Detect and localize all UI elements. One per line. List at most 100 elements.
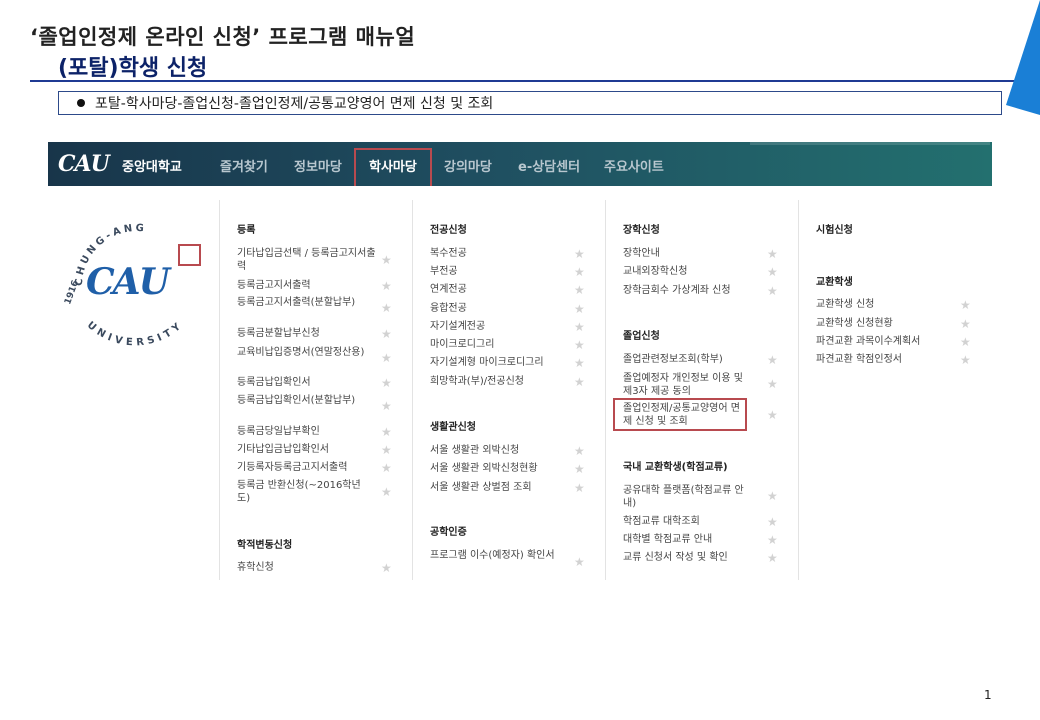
menu-item[interactable]: 교환학생 신청현황 bbox=[816, 317, 956, 330]
cau-logo[interactable]: CAU bbox=[58, 151, 110, 177]
menu-item[interactable]: 서울 생활관 외박신청현황 bbox=[430, 462, 570, 475]
menu-item[interactable]: 복수전공 bbox=[430, 247, 570, 260]
favorite-star-icon[interactable]: ★ bbox=[767, 285, 778, 297]
column-divider bbox=[798, 200, 799, 580]
favorite-star-icon[interactable]: ★ bbox=[381, 400, 392, 412]
favorite-star-icon[interactable]: ★ bbox=[574, 445, 585, 457]
favorite-star-icon[interactable]: ★ bbox=[574, 266, 585, 278]
menu-item[interactable]: 장학금회수 가상계좌 신청 bbox=[623, 284, 763, 297]
favorite-star-icon[interactable]: ★ bbox=[574, 463, 585, 475]
menu-item[interactable]: 연계전공 bbox=[430, 283, 570, 296]
menu-item[interactable]: 융합전공 bbox=[430, 302, 570, 315]
bullet-icon bbox=[77, 99, 85, 107]
university-name[interactable]: 중앙대학교 bbox=[122, 156, 182, 175]
menu-item[interactable]: 등록금 반환신청(~2016학년도) bbox=[237, 479, 367, 505]
favorite-star-icon[interactable]: ★ bbox=[574, 357, 585, 369]
menu-item[interactable]: 교환학생 신청 bbox=[816, 298, 956, 311]
page-number: 1 bbox=[984, 688, 992, 702]
slide-title: ‘졸업인정제 온라인 신청’ 프로그램 매뉴얼 bbox=[30, 25, 416, 49]
nav-favorites[interactable]: 즐겨찾기 bbox=[220, 156, 268, 175]
section-title-exam: 시험신청 bbox=[816, 225, 853, 236]
nav-sites[interactable]: 주요사이트 bbox=[604, 156, 664, 175]
favorite-star-icon[interactable]: ★ bbox=[767, 516, 778, 528]
column-divider bbox=[605, 200, 606, 580]
menu-item[interactable]: 등록금분할납부신청 bbox=[237, 327, 377, 340]
favorite-star-icon[interactable]: ★ bbox=[381, 377, 392, 389]
favorite-star-icon[interactable]: ★ bbox=[381, 444, 392, 456]
menu-item[interactable]: 기타납입금납입확인서 bbox=[237, 443, 377, 456]
menu-item[interactable]: 휴학신청 bbox=[237, 561, 377, 574]
favorite-star-icon[interactable]: ★ bbox=[574, 376, 585, 388]
menu-item[interactable]: 등록금납입확인서 bbox=[237, 376, 377, 389]
column-divider bbox=[412, 200, 413, 580]
section-title-dormitory: 생활관신청 bbox=[430, 422, 476, 433]
menu-item[interactable]: 졸업관련정보조회(학부) bbox=[623, 353, 763, 366]
favorite-star-icon[interactable]: ★ bbox=[381, 486, 392, 498]
menu-item[interactable]: 파견교환 과목이수계획서 bbox=[816, 335, 956, 348]
favorite-star-icon[interactable]: ★ bbox=[381, 302, 392, 314]
menu-item[interactable]: 부전공 bbox=[430, 265, 570, 278]
favorite-star-icon[interactable]: ★ bbox=[381, 254, 392, 266]
highlight-nav-academic bbox=[354, 148, 432, 188]
favorite-star-icon[interactable]: ★ bbox=[960, 354, 971, 366]
favorite-star-icon[interactable]: ★ bbox=[574, 248, 585, 260]
menu-item[interactable]: 장학안내 bbox=[623, 247, 763, 260]
favorite-star-icon[interactable]: ★ bbox=[960, 336, 971, 348]
favorite-star-icon[interactable]: ★ bbox=[381, 562, 392, 574]
nav-lecture[interactable]: 강의마당 bbox=[444, 156, 492, 175]
favorite-star-icon[interactable]: ★ bbox=[574, 339, 585, 351]
highlight-graduation-exemption bbox=[613, 398, 747, 431]
menu-item[interactable]: 서울 생활관 상벌점 조회 bbox=[430, 481, 570, 494]
menu-item[interactable]: 등록금당일납부확인 bbox=[237, 425, 377, 438]
favorite-star-icon[interactable]: ★ bbox=[767, 378, 778, 390]
favorite-star-icon[interactable]: ★ bbox=[381, 352, 392, 364]
section-title-registration: 등록 bbox=[237, 225, 256, 236]
menu-item[interactable]: 등록금납입확인서(분할납부) bbox=[237, 394, 367, 407]
section-title-domestic-exchange: 국내 교환학생(학점교류) bbox=[623, 462, 728, 473]
favorite-star-icon[interactable]: ★ bbox=[381, 328, 392, 340]
favorite-star-icon[interactable]: ★ bbox=[381, 280, 392, 292]
favorite-star-icon[interactable]: ★ bbox=[381, 462, 392, 474]
menu-item[interactable]: 교류 신청서 작성 및 확인 bbox=[623, 551, 763, 564]
cau-seal-logo: CHUNG-ANG UNIVERSITY 1916 CAU bbox=[63, 223, 182, 348]
favorite-star-icon[interactable]: ★ bbox=[767, 266, 778, 278]
menu-item[interactable]: 마이크로디그리 bbox=[430, 338, 570, 351]
menu-item[interactable]: 공유대학 플랫폼(학점교류 안내) bbox=[623, 484, 753, 510]
favorite-star-icon[interactable]: ★ bbox=[960, 299, 971, 311]
seal-cau-text: CAU bbox=[86, 261, 173, 303]
menu-item[interactable]: 기타납입금선택 / 등록금고지서출력 bbox=[237, 247, 377, 273]
favorite-star-icon[interactable]: ★ bbox=[767, 409, 778, 421]
menu-item[interactable]: 기등록자등록금고지서출력 bbox=[237, 461, 377, 474]
favorite-star-icon[interactable]: ★ bbox=[767, 534, 778, 546]
menu-item[interactable]: 교내외장학신청 bbox=[623, 265, 763, 278]
favorite-star-icon[interactable]: ★ bbox=[574, 284, 585, 296]
menu-path-text: 포탈-학사마당-졸업신청-졸업인정제/공통교양영어 면제 신청 및 조회 bbox=[95, 96, 494, 112]
menu-item[interactable]: 파견교환 학점인정서 bbox=[816, 353, 956, 366]
nav-counseling[interactable]: e-상담센터 bbox=[518, 156, 580, 175]
favorite-star-icon[interactable]: ★ bbox=[767, 354, 778, 366]
menu-item[interactable]: 자기설계전공 bbox=[430, 320, 570, 333]
menu-item[interactable]: 교육비납입증명서(연말정산용) bbox=[237, 346, 372, 359]
favorite-star-icon[interactable]: ★ bbox=[574, 482, 585, 494]
section-title-graduation: 졸업신청 bbox=[623, 331, 660, 342]
menu-item[interactable]: 졸업예정자 개인정보 이용 및 제3자 제공 동의 bbox=[623, 372, 753, 398]
menu-item[interactable]: 자기설계형 마이크로디그리 bbox=[430, 356, 575, 369]
favorite-star-icon[interactable]: ★ bbox=[960, 318, 971, 330]
favorite-star-icon[interactable]: ★ bbox=[574, 303, 585, 315]
favorite-star-icon[interactable]: ★ bbox=[767, 490, 778, 502]
menu-item[interactable]: 대학별 학점교류 안내 bbox=[623, 533, 763, 546]
menu-item[interactable]: 서울 생활관 외박신청 bbox=[430, 444, 570, 457]
menu-item[interactable]: 등록금고지서출력 bbox=[237, 279, 377, 292]
menu-item[interactable]: 희망학과(부)/전공신청 bbox=[430, 375, 570, 388]
nav-info[interactable]: 정보마당 bbox=[294, 156, 342, 175]
favorite-star-icon[interactable]: ★ bbox=[767, 248, 778, 260]
favorite-star-icon[interactable]: ★ bbox=[574, 556, 585, 568]
menu-item[interactable]: 학점교류 대학조회 bbox=[623, 515, 763, 528]
favorite-star-icon[interactable]: ★ bbox=[574, 321, 585, 333]
menu-item[interactable]: 등록금고지서출력(분할납부) bbox=[237, 296, 367, 309]
seal-year: 1916 bbox=[63, 279, 81, 306]
favorite-star-icon[interactable]: ★ bbox=[381, 426, 392, 438]
favorite-star-icon[interactable]: ★ bbox=[767, 552, 778, 564]
section-title-major: 전공신청 bbox=[430, 225, 467, 236]
menu-item[interactable]: 프로그램 이수(예정자) 확인서 bbox=[430, 549, 565, 562]
